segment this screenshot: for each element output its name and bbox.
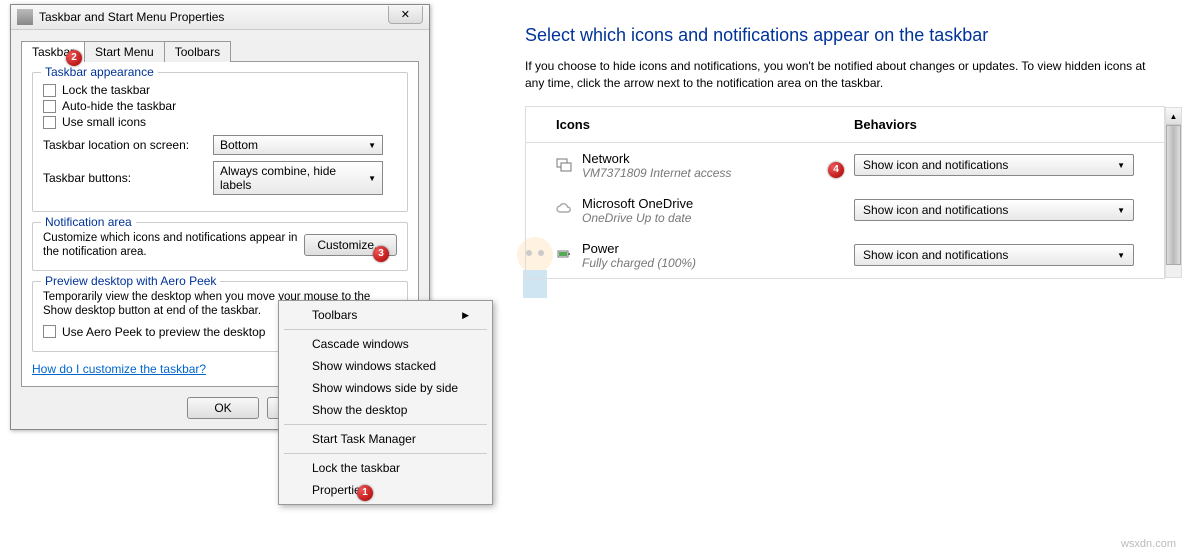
menu-properties[interactable]: Properties <box>282 479 489 501</box>
help-link[interactable]: How do I customize the taskbar? <box>32 362 206 376</box>
chevron-down-icon: ▼ <box>368 141 376 150</box>
menu-cascade[interactable]: Cascade windows <box>282 333 489 355</box>
menu-label: Lock the taskbar <box>312 461 400 475</box>
menu-task-manager[interactable]: Start Task Manager <box>282 428 489 450</box>
checkbox-autohide[interactable] <box>43 100 56 113</box>
chevron-down-icon: ▼ <box>368 174 376 183</box>
callout-badge-3: 3 <box>373 246 389 262</box>
label-lock-taskbar: Lock the taskbar <box>62 83 150 97</box>
menu-label: Cascade windows <box>312 337 409 351</box>
checkbox-aero-peek[interactable] <box>43 325 56 338</box>
behavior-value: Show icon and notifications <box>863 158 1008 172</box>
menu-label: Start Task Manager <box>312 432 416 446</box>
scroll-up-icon[interactable]: ▲ <box>1166 108 1181 125</box>
behavior-value: Show icon and notifications <box>863 248 1008 262</box>
window-icon <box>17 9 33 25</box>
menu-label: Toolbars <box>312 308 357 322</box>
tab-start-menu[interactable]: Start Menu <box>84 41 165 62</box>
menu-label: Show windows side by side <box>312 381 458 395</box>
label-aero-peek: Use Aero Peek to preview the desktop <box>62 325 265 339</box>
group-title: Preview desktop with Aero Peek <box>41 274 220 288</box>
menu-stacked[interactable]: Show windows stacked <box>282 355 489 377</box>
row-status: OneDrive Up to date <box>582 211 854 225</box>
header-behaviors: Behaviors <box>854 117 1134 132</box>
menu-show-desktop[interactable]: Show the desktop <box>282 399 489 421</box>
label-small-icons: Use small icons <box>62 115 146 129</box>
checkbox-lock-taskbar[interactable] <box>43 84 56 97</box>
table-row: Network VM7371809 Internet access Show i… <box>526 143 1164 188</box>
row-name: Network <box>582 151 854 166</box>
icons-table: Icons Behaviors Network VM7371809 Intern… <box>525 106 1165 279</box>
behavior-select[interactable]: Show icon and notifications ▼ <box>854 244 1134 266</box>
network-icon <box>556 156 582 175</box>
combo-location[interactable]: Bottom ▼ <box>213 135 383 155</box>
callout-badge-1: 1 <box>357 485 373 501</box>
menu-toolbars[interactable]: Toolbars ▶ <box>282 304 489 326</box>
page-title: Select which icons and notifications app… <box>525 25 1165 46</box>
group-title: Notification area <box>41 215 136 229</box>
submenu-arrow-icon: ▶ <box>462 310 469 321</box>
scrollbar[interactable]: ▲ <box>1165 107 1182 278</box>
menu-label: Show windows stacked <box>312 359 436 373</box>
table-row: Microsoft OneDrive OneDrive Up to date S… <box>526 188 1164 233</box>
behavior-select[interactable]: Show icon and notifications ▼ <box>854 199 1134 221</box>
menu-side-by-side[interactable]: Show windows side by side <box>282 377 489 399</box>
label-location: Taskbar location on screen: <box>43 138 213 152</box>
row-name: Microsoft OneDrive <box>582 196 854 211</box>
titlebar[interactable]: Taskbar and Start Menu Properties ✕ <box>11 5 429 30</box>
callout-badge-4: 4 <box>828 162 844 178</box>
watermark: wsxdn.com <box>1121 538 1176 550</box>
callout-badge-2: 2 <box>66 50 82 66</box>
label-taskbar-buttons: Taskbar buttons: <box>43 171 213 185</box>
chevron-down-icon: ▼ <box>1117 251 1125 260</box>
combo-location-value: Bottom <box>220 138 258 152</box>
power-icon <box>556 246 582 265</box>
separator <box>284 453 487 454</box>
header-icons: Icons <box>556 117 854 132</box>
group-title: Taskbar appearance <box>41 65 158 79</box>
label-autohide: Auto-hide the taskbar <box>62 99 176 113</box>
row-status: Fully charged (100%) <box>582 256 854 270</box>
row-name: Power <box>582 241 854 256</box>
table-row: Power Fully charged (100%) Show icon and… <box>526 233 1164 278</box>
scroll-thumb[interactable] <box>1166 125 1181 265</box>
taskbar-context-menu: Toolbars ▶ Cascade windows Show windows … <box>278 300 493 505</box>
ok-button[interactable]: OK <box>187 397 259 419</box>
window-title: Taskbar and Start Menu Properties <box>39 10 388 24</box>
behavior-select[interactable]: Show icon and notifications ▼ <box>854 154 1134 176</box>
tab-toolbars[interactable]: Toolbars <box>164 41 231 62</box>
chevron-down-icon: ▼ <box>1117 206 1125 215</box>
separator <box>284 424 487 425</box>
group-taskbar-appearance: Taskbar appearance Lock the taskbar Auto… <box>32 72 408 212</box>
behavior-value: Show icon and notifications <box>863 203 1008 217</box>
notification-icons-panel: Select which icons and notifications app… <box>525 25 1165 279</box>
separator <box>284 329 487 330</box>
combo-taskbar-buttons[interactable]: Always combine, hide labels ▼ <box>213 161 383 195</box>
menu-lock-taskbar[interactable]: Lock the taskbar <box>282 457 489 479</box>
cloud-icon <box>556 201 582 220</box>
row-status: VM7371809 Internet access <box>582 166 854 180</box>
chevron-down-icon: ▼ <box>1117 161 1125 170</box>
table-header: Icons Behaviors <box>526 107 1164 143</box>
checkbox-small-icons[interactable] <box>43 116 56 129</box>
menu-label: Show the desktop <box>312 403 407 417</box>
page-desc: If you choose to hide icons and notifica… <box>525 58 1165 92</box>
notification-desc: Customize which icons and notifications … <box>43 231 304 260</box>
group-notification-area: Notification area Customize which icons … <box>32 222 408 271</box>
combo-taskbar-buttons-value: Always combine, hide labels <box>220 164 368 192</box>
close-button[interactable]: ✕ <box>388 6 423 24</box>
